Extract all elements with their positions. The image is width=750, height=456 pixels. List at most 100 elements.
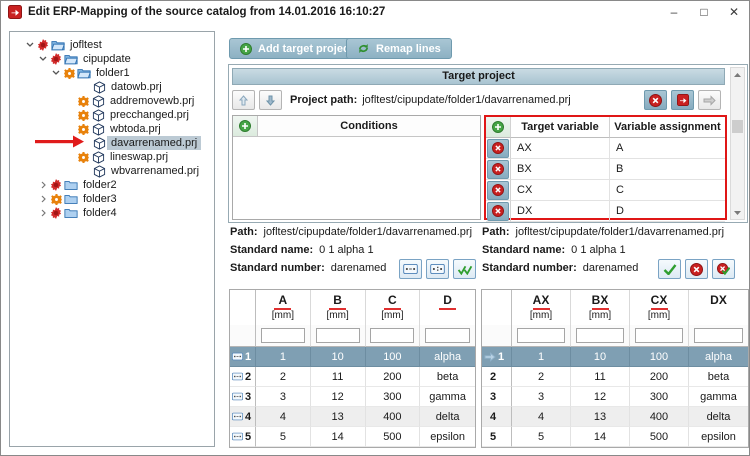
add-condition-button[interactable] — [233, 116, 258, 136]
column-filter-input[interactable] — [635, 328, 683, 343]
table-cell[interactable]: 14 — [571, 427, 630, 447]
table-cell[interactable]: 300 — [630, 387, 689, 407]
table-cell[interactable]: 5 — [256, 427, 311, 447]
scrollbar-thumb[interactable] — [732, 120, 743, 133]
tree-item-jofltest[interactable]: jofltest — [10, 38, 214, 52]
table-cell[interactable]: 200 — [365, 367, 421, 387]
table-cell[interactable]: 4 — [512, 407, 571, 427]
reject-button[interactable] — [685, 259, 708, 279]
table-cell[interactable]: 5 — [512, 427, 571, 447]
column-header[interactable]: A — [256, 290, 311, 310]
target-variable-cell[interactable]: AX — [511, 138, 610, 159]
column-filter-input[interactable] — [517, 328, 565, 343]
column-header[interactable]: DX — [689, 290, 748, 310]
variable-assignment-cell[interactable]: C — [610, 180, 725, 201]
maximize-button[interactable]: □ — [689, 1, 719, 23]
table-cell[interactable]: beta — [420, 367, 475, 387]
table-cell[interactable]: 12 — [571, 387, 630, 407]
table-cell[interactable]: 1 — [512, 347, 571, 367]
table-cell[interactable]: 10 — [310, 347, 366, 367]
tree-item-folder3[interactable]: folder3 — [10, 192, 214, 206]
column-filter-input[interactable] — [260, 328, 305, 343]
panel-scrollbar[interactable] — [730, 67, 745, 220]
table-cell[interactable]: 12 — [310, 387, 366, 407]
range-mapping-button[interactable] — [399, 259, 422, 279]
apply-all-button[interactable] — [453, 259, 476, 279]
table-cell[interactable]: 11 — [310, 367, 366, 387]
table-cell[interactable]: gamma — [420, 387, 475, 407]
target-variable-column-header[interactable]: Target variable — [511, 117, 610, 138]
tree-item-datowb[interactable]: datowb.prj — [10, 80, 214, 94]
target-variable-cell[interactable]: BX — [511, 159, 610, 180]
table-cell[interactable]: gamma — [689, 387, 748, 407]
row-header[interactable]: 3 — [230, 387, 256, 407]
move-down-button[interactable] — [259, 90, 282, 110]
table-cell[interactable]: epsilon — [420, 427, 475, 447]
target-variable-cell[interactable]: CX — [511, 180, 610, 201]
tree-item-cipupdate[interactable]: cipupdate — [10, 52, 214, 66]
column-header[interactable]: B — [311, 290, 366, 310]
table-cell[interactable]: 100 — [630, 347, 689, 367]
row-header[interactable]: 4 — [482, 407, 512, 427]
chevron-right-icon[interactable] — [37, 181, 49, 189]
tree-item-precchanged[interactable]: precchanged.prj — [10, 108, 214, 122]
column-filter-input[interactable] — [315, 328, 360, 343]
table-cell[interactable]: alpha — [689, 347, 748, 367]
table-cell[interactable]: 400 — [365, 407, 421, 427]
column-filter-input[interactable] — [576, 328, 624, 343]
table-cell[interactable]: 400 — [630, 407, 689, 427]
variable-assignment-cell[interactable]: B — [610, 159, 725, 180]
table-cell[interactable]: 13 — [571, 407, 630, 427]
table-cell[interactable]: 3 — [256, 387, 311, 407]
row-header[interactable]: 2 — [230, 367, 256, 387]
delete-variable-button[interactable] — [487, 180, 509, 200]
column-filter-input[interactable] — [694, 328, 743, 343]
table-cell[interactable]: 100 — [365, 347, 421, 367]
scroll-up-icon[interactable] — [731, 68, 744, 81]
table-cell[interactable]: delta — [689, 407, 748, 427]
table-cell[interactable]: beta — [689, 367, 748, 387]
conditions-column-header[interactable]: Conditions — [258, 116, 480, 136]
target-variable-cell[interactable]: DX — [511, 201, 610, 222]
row-header[interactable]: 4 — [230, 407, 256, 427]
row-header[interactable]: 5 — [230, 427, 256, 447]
move-up-button[interactable] — [232, 90, 255, 110]
table-cell[interactable]: 14 — [310, 427, 366, 447]
variable-assignment-cell[interactable]: A — [610, 138, 725, 159]
open-target-project-button[interactable] — [671, 90, 694, 110]
table-cell[interactable]: 4 — [256, 407, 311, 427]
table-cell[interactable]: epsilon — [689, 427, 748, 447]
tree-item-wbvarrenamed[interactable]: wbvarrenamed.prj — [10, 164, 214, 178]
table-cell[interactable]: 11 — [571, 367, 630, 387]
table-cell[interactable]: 3 — [512, 387, 571, 407]
column-header[interactable]: CX — [630, 290, 689, 310]
delete-variable-button[interactable] — [487, 201, 509, 221]
table-cell[interactable]: 500 — [365, 427, 421, 447]
remap-lines-button[interactable]: Remap lines — [346, 38, 452, 59]
table-cell[interactable]: 2 — [512, 367, 571, 387]
scroll-down-icon[interactable] — [731, 206, 744, 219]
column-filter-input[interactable] — [370, 328, 415, 343]
column-header[interactable]: BX — [571, 290, 630, 310]
variable-assignment-column-header[interactable]: Variable assignment — [610, 117, 725, 138]
row-header[interactable]: 3 — [482, 387, 512, 407]
chevron-right-icon[interactable] — [37, 209, 49, 217]
delete-target-project-button[interactable] — [644, 90, 667, 110]
pair-mapping-button[interactable] — [426, 259, 449, 279]
tree-item-folder1[interactable]: folder1 — [10, 66, 214, 80]
column-header[interactable]: C — [366, 290, 421, 310]
accept-button[interactable] — [658, 259, 681, 279]
tree-item-lineswap[interactable]: lineswap.prj — [10, 150, 214, 164]
delete-variable-button[interactable] — [487, 159, 509, 179]
tree-item-folder4[interactable]: folder4 — [10, 206, 214, 220]
table-cell[interactable]: alpha — [420, 347, 475, 367]
column-header[interactable]: D — [420, 290, 475, 310]
table-cell[interactable]: 500 — [630, 427, 689, 447]
variable-assignment-cell[interactable]: D — [610, 201, 725, 222]
row-header[interactable]: 1 — [482, 347, 512, 367]
close-button[interactable]: ✕ — [719, 1, 749, 23]
add-variable-button[interactable] — [486, 117, 511, 138]
table-cell[interactable]: 10 — [571, 347, 630, 367]
row-header[interactable]: 2 — [482, 367, 512, 387]
table-cell[interactable]: 13 — [310, 407, 366, 427]
